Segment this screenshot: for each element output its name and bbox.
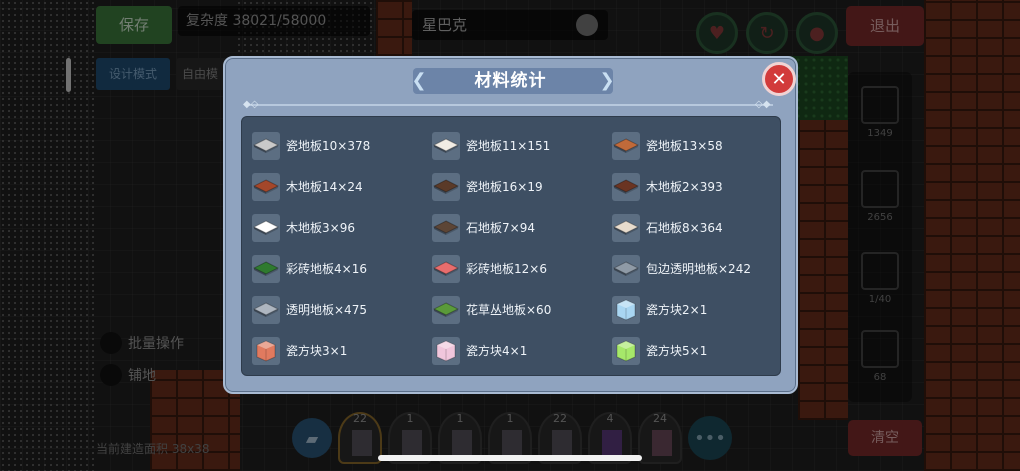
material-item: 瓷方块5×1 [612, 330, 780, 371]
tile-glass-edge-icon [612, 254, 640, 283]
material-label: 瓷地板16×19 [466, 180, 543, 194]
tile-dark-brown-icon [612, 172, 640, 201]
material-grid: 瓷地板10×378 瓷地板11×151 瓷地板13×58 木地板14×24 瓷地板16×… [252, 125, 770, 371]
material-item: 瓷地板16×19 [432, 166, 612, 207]
material-label: 木地板3×96 [286, 221, 355, 235]
cube-light-blue-icon [612, 295, 640, 324]
material-list[interactable]: 瓷地板10×378 瓷地板11×151 瓷地板13×58 木地板14×24 瓷地板16×… [241, 116, 781, 376]
material-label: 木地板2×393 [646, 180, 723, 194]
dialog-title: 材料统计 [474, 71, 547, 91]
tile-green-icon [252, 254, 280, 283]
material-item: 木地板2×393 [612, 166, 780, 207]
material-label: 彩砖地板4×16 [286, 262, 367, 276]
material-item: 木地板14×24 [252, 166, 432, 207]
material-label: 花草丛地板×60 [466, 303, 552, 317]
material-label: 石地板7×94 [466, 221, 535, 235]
tile-glass-icon [252, 295, 280, 324]
material-item: 石地板7×94 [432, 207, 612, 248]
cube-salmon-icon [252, 336, 280, 365]
tile-stone-light-icon [612, 213, 640, 242]
material-label: 透明地板×475 [286, 303, 367, 317]
material-item: 瓷方块3×1 [252, 330, 432, 371]
material-label: 包边透明地板×242 [646, 262, 751, 276]
material-item: 彩砖地板12×6 [432, 248, 612, 289]
material-label: 瓷方块2×1 [646, 303, 708, 317]
material-label: 瓷方块4×1 [466, 344, 528, 358]
material-label: 瓷地板13×58 [646, 139, 723, 153]
close-button[interactable]: ✕ [762, 62, 796, 96]
material-item: 瓷地板10×378 [252, 125, 432, 166]
divider-right-ornament: ◇◆ [755, 99, 771, 110]
tile-white-wood-icon [252, 213, 280, 242]
tile-brown-icon [252, 172, 280, 201]
material-label: 木地板14×24 [286, 180, 363, 194]
material-item: 石地板8×364 [612, 207, 780, 248]
material-label: 瓷地板10×378 [286, 139, 371, 153]
tile-stone-dark-icon [432, 213, 460, 242]
tile-grey-check-icon [252, 131, 280, 160]
material-stats-dialog: ❮ ❯ 材料统计 ✕ ◆◇ ◇◆ 瓷地板10×378 瓷地板11×151 瓷地板13… [223, 56, 798, 394]
material-item: 花草丛地板×60 [432, 289, 612, 330]
cube-pink-icon [432, 336, 460, 365]
swirl-right-icon: ❯ [599, 70, 615, 91]
material-item: 木地板3×96 [252, 207, 432, 248]
material-item: 瓷方块2×1 [612, 289, 780, 330]
material-item: 透明地板×475 [252, 289, 432, 330]
tile-white-icon [432, 131, 460, 160]
cube-lime-icon [612, 336, 640, 365]
title-divider [245, 104, 773, 106]
material-item: 瓷地板11×151 [432, 125, 612, 166]
dialog-header: ❮ ❯ 材料统计 [225, 64, 796, 96]
material-item: 瓷方块4×1 [432, 330, 612, 371]
home-indicator[interactable] [378, 455, 642, 461]
material-label: 瓷方块3×1 [286, 344, 348, 358]
tile-orange-check-icon [612, 131, 640, 160]
material-label: 瓷方块5×1 [646, 344, 708, 358]
close-icon: ✕ [771, 68, 787, 90]
material-label: 瓷地板11×151 [466, 139, 551, 153]
material-label: 石地板8×364 [646, 221, 723, 235]
material-label: 彩砖地板12×6 [466, 262, 547, 276]
material-item: 彩砖地板4×16 [252, 248, 432, 289]
tile-dark-pattern-icon [432, 172, 460, 201]
material-item: 包边透明地板×242 [612, 248, 780, 289]
tile-grass-icon [432, 295, 460, 324]
divider-left-ornament: ◆◇ [243, 99, 259, 110]
tile-pink-icon [432, 254, 460, 283]
swirl-left-icon: ❮ [411, 70, 427, 91]
material-item: 瓷地板13×58 [612, 125, 780, 166]
